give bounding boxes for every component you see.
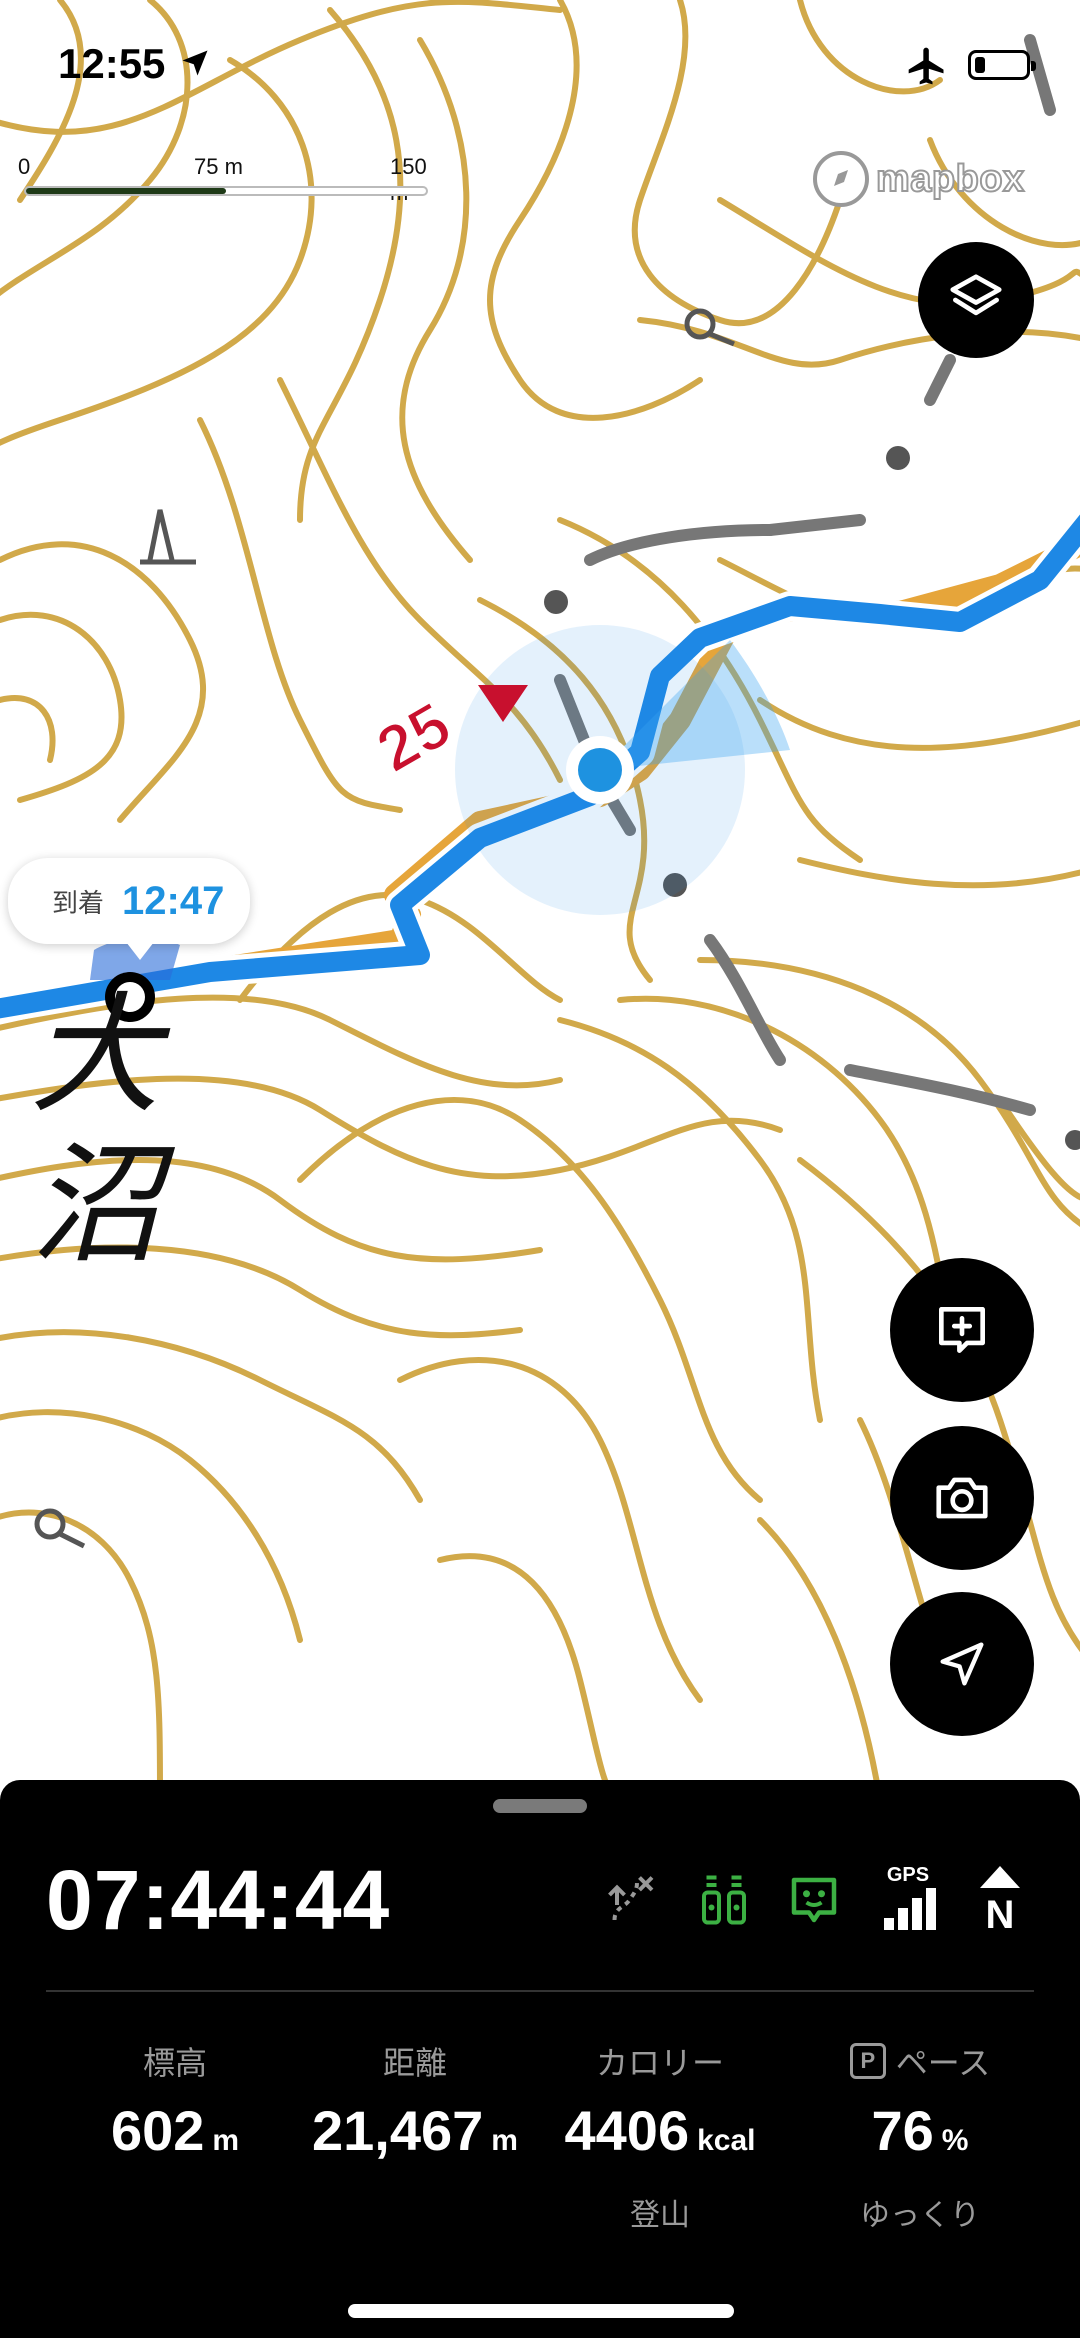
- pet-status-icon[interactable]: [784, 1870, 844, 1930]
- elevation-unit: m: [212, 2124, 240, 2157]
- arrival-label: 到着: [52, 887, 105, 918]
- mapbox-wordmark: mapbox: [875, 157, 1025, 201]
- locate-arrow-icon: [940, 1642, 984, 1686]
- status-time: 12:55: [58, 40, 166, 87]
- elevation-number: 602: [110, 2099, 205, 2162]
- calories-unit: kcal: [697, 2124, 756, 2157]
- battery-save-icon[interactable]: [694, 1870, 754, 1930]
- place-label-line2: 沼: [30, 1129, 161, 1281]
- calories-label: カロリー: [595, 2045, 724, 2081]
- location-arrow-icon: [182, 50, 208, 76]
- airplane-mode-icon: [908, 47, 944, 85]
- route-off-icon[interactable]: [602, 1870, 662, 1930]
- pace-label: ペース: [895, 2045, 991, 2081]
- distance-label: 距離: [382, 2045, 447, 2081]
- scale-tick-0: 0: [18, 154, 31, 179]
- pace-label-row[interactable]: P ペース: [800, 2038, 1040, 2084]
- battery-icon: [968, 50, 1036, 80]
- distance-value: 21,467 m: [290, 2098, 540, 2163]
- scale-bar: 0 75 m 150 m: [18, 154, 438, 214]
- status-bar: 12:55: [0, 0, 1080, 130]
- scale-tick-mid: 75 m: [194, 154, 243, 179]
- north-up-icon[interactable]: N: [976, 1864, 1024, 1937]
- place-label: 大 沼: [30, 980, 160, 1280]
- camera-button[interactable]: [890, 1426, 1034, 1570]
- gps-signal-icon: GPS: [880, 1864, 936, 1934]
- arrival-time: 12:47: [122, 878, 225, 923]
- pace-description: ゆっくり: [860, 2199, 980, 2232]
- pace-value: 76%: [800, 2098, 1040, 2163]
- elapsed-time: 07:44:44: [46, 1853, 391, 1947]
- pace-p-icon: P: [849, 2043, 886, 2079]
- activity-type: 登山: [630, 2199, 690, 2232]
- add-memo-button[interactable]: [890, 1258, 1034, 1402]
- scale-tick-max: 150 m: [390, 154, 427, 205]
- north-arrow-icon: [980, 1866, 1020, 1888]
- pace-unit: %: [941, 2124, 969, 2157]
- layers-button[interactable]: [918, 242, 1034, 358]
- pace-number: 76: [871, 2099, 934, 2162]
- panel-drag-handle[interactable]: [493, 1799, 587, 1813]
- distance-number: 21,467: [312, 2099, 484, 2162]
- arrival-bubble[interactable]: 到着 12:47: [8, 858, 250, 960]
- mapbox-logo-icon: [813, 151, 869, 207]
- layers-icon: [950, 274, 1002, 316]
- mapbox-attribution[interactable]: mapbox: [812, 150, 1025, 208]
- north-label: N: [985, 1893, 1015, 1937]
- activity-panel[interactable]: 07:44:44 GPS N 標高 602 m 距離 21,467 m カロリー 4…: [0, 1780, 1080, 2338]
- add-memo-icon: [939, 1307, 985, 1353]
- elevation-value: 602 m: [60, 2098, 290, 2163]
- locate-button[interactable]: [890, 1592, 1034, 1736]
- camera-icon: [936, 1477, 988, 1519]
- elevation-label: 標高: [142, 2045, 207, 2081]
- calories-value: 4406 kcal: [540, 2098, 780, 2163]
- calories-number: 4406: [564, 2099, 690, 2162]
- panel-divider: [46, 1990, 1034, 1992]
- distance-unit: m: [491, 2124, 518, 2157]
- place-label-line1: 大: [30, 979, 161, 1131]
- gps-label: GPS: [886, 1864, 930, 1886]
- home-indicator[interactable]: [348, 2304, 734, 2318]
